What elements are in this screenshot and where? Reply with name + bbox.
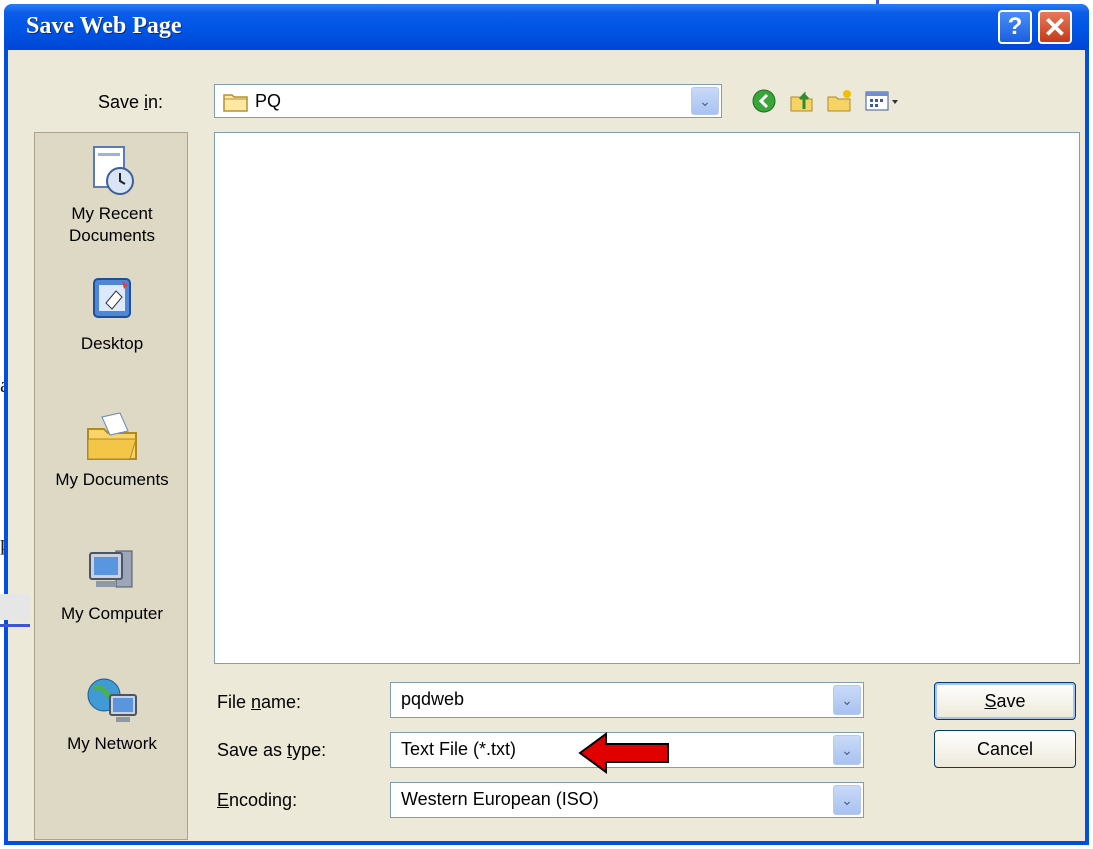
title-bar[interactable]: Save Web Page ? ✕ <box>4 4 1089 50</box>
place-desktop[interactable]: Desktop <box>35 273 189 355</box>
recent-documents-icon <box>82 143 142 199</box>
save-as-type-value: Text File (*.txt) <box>401 739 517 759</box>
chevron-down-icon[interactable]: ⌄ <box>691 87 719 115</box>
cancel-button[interactable]: Cancel <box>934 730 1076 768</box>
background-strip <box>0 594 30 620</box>
new-folder-icon[interactable] <box>826 87 854 115</box>
save-in-value: PQ <box>255 91 282 111</box>
place-label: Desktop <box>80 334 144 353</box>
folder-icon <box>223 91 249 118</box>
places-bar: My Recent Documents Desktop My Documents <box>34 132 188 840</box>
save-in-dropdown[interactable]: PQ ⌄ <box>214 84 722 118</box>
close-button[interactable]: ✕ <box>1038 10 1072 44</box>
place-label: My Network <box>67 734 157 753</box>
place-my-computer[interactable]: My Computer <box>35 543 189 625</box>
place-label: My Documents <box>55 470 169 489</box>
my-documents-icon <box>82 409 142 465</box>
dialog-body: Save in: PQ ⌄ My Recent Documents Deskto… <box>8 50 1085 841</box>
chevron-down-icon[interactable]: ⌄ <box>833 785 861 815</box>
place-label: My Computer <box>60 604 164 623</box>
back-icon[interactable] <box>750 87 778 115</box>
place-my-documents[interactable]: My Documents <box>35 409 189 491</box>
save-as-type-label: Save as type: <box>217 740 327 760</box>
place-label: My Recent <box>71 204 153 223</box>
red-arrow-annotation <box>576 730 676 781</box>
my-computer-icon <box>82 543 142 599</box>
chevron-down-icon[interactable]: ⌄ <box>833 685 861 715</box>
chevron-down-icon[interactable]: ⌄ <box>833 735 861 765</box>
file-name-label: File name: <box>217 692 302 712</box>
save-web-page-dialog: Save Web Page ? ✕ Save in: PQ ⌄ My Recen… <box>4 4 1089 845</box>
my-network-icon <box>82 673 142 729</box>
up-folder-icon[interactable] <box>788 87 816 115</box>
place-my-recent-documents[interactable]: My Recent Documents <box>35 143 189 247</box>
encoding-dropdown[interactable]: Western European (ISO) ⌄ <box>390 782 864 818</box>
file-list-view[interactable] <box>214 132 1080 664</box>
file-name-input[interactable]: pqdweb ⌄ <box>390 682 864 718</box>
file-name-value: pqdweb <box>401 689 465 709</box>
desktop-icon <box>82 273 142 329</box>
save-in-label: Save in: <box>98 92 164 112</box>
place-label: Documents <box>69 226 155 245</box>
encoding-label: Encoding: <box>217 790 298 810</box>
place-my-network[interactable]: My Network <box>35 673 189 755</box>
view-menu-icon[interactable] <box>864 87 908 115</box>
dialog-title: Save Web Page <box>26 13 182 39</box>
background-line-left <box>0 624 30 627</box>
help-button[interactable]: ? <box>998 10 1032 44</box>
save-button[interactable]: Save <box>934 682 1076 720</box>
encoding-value: Western European (ISO) <box>401 789 599 809</box>
